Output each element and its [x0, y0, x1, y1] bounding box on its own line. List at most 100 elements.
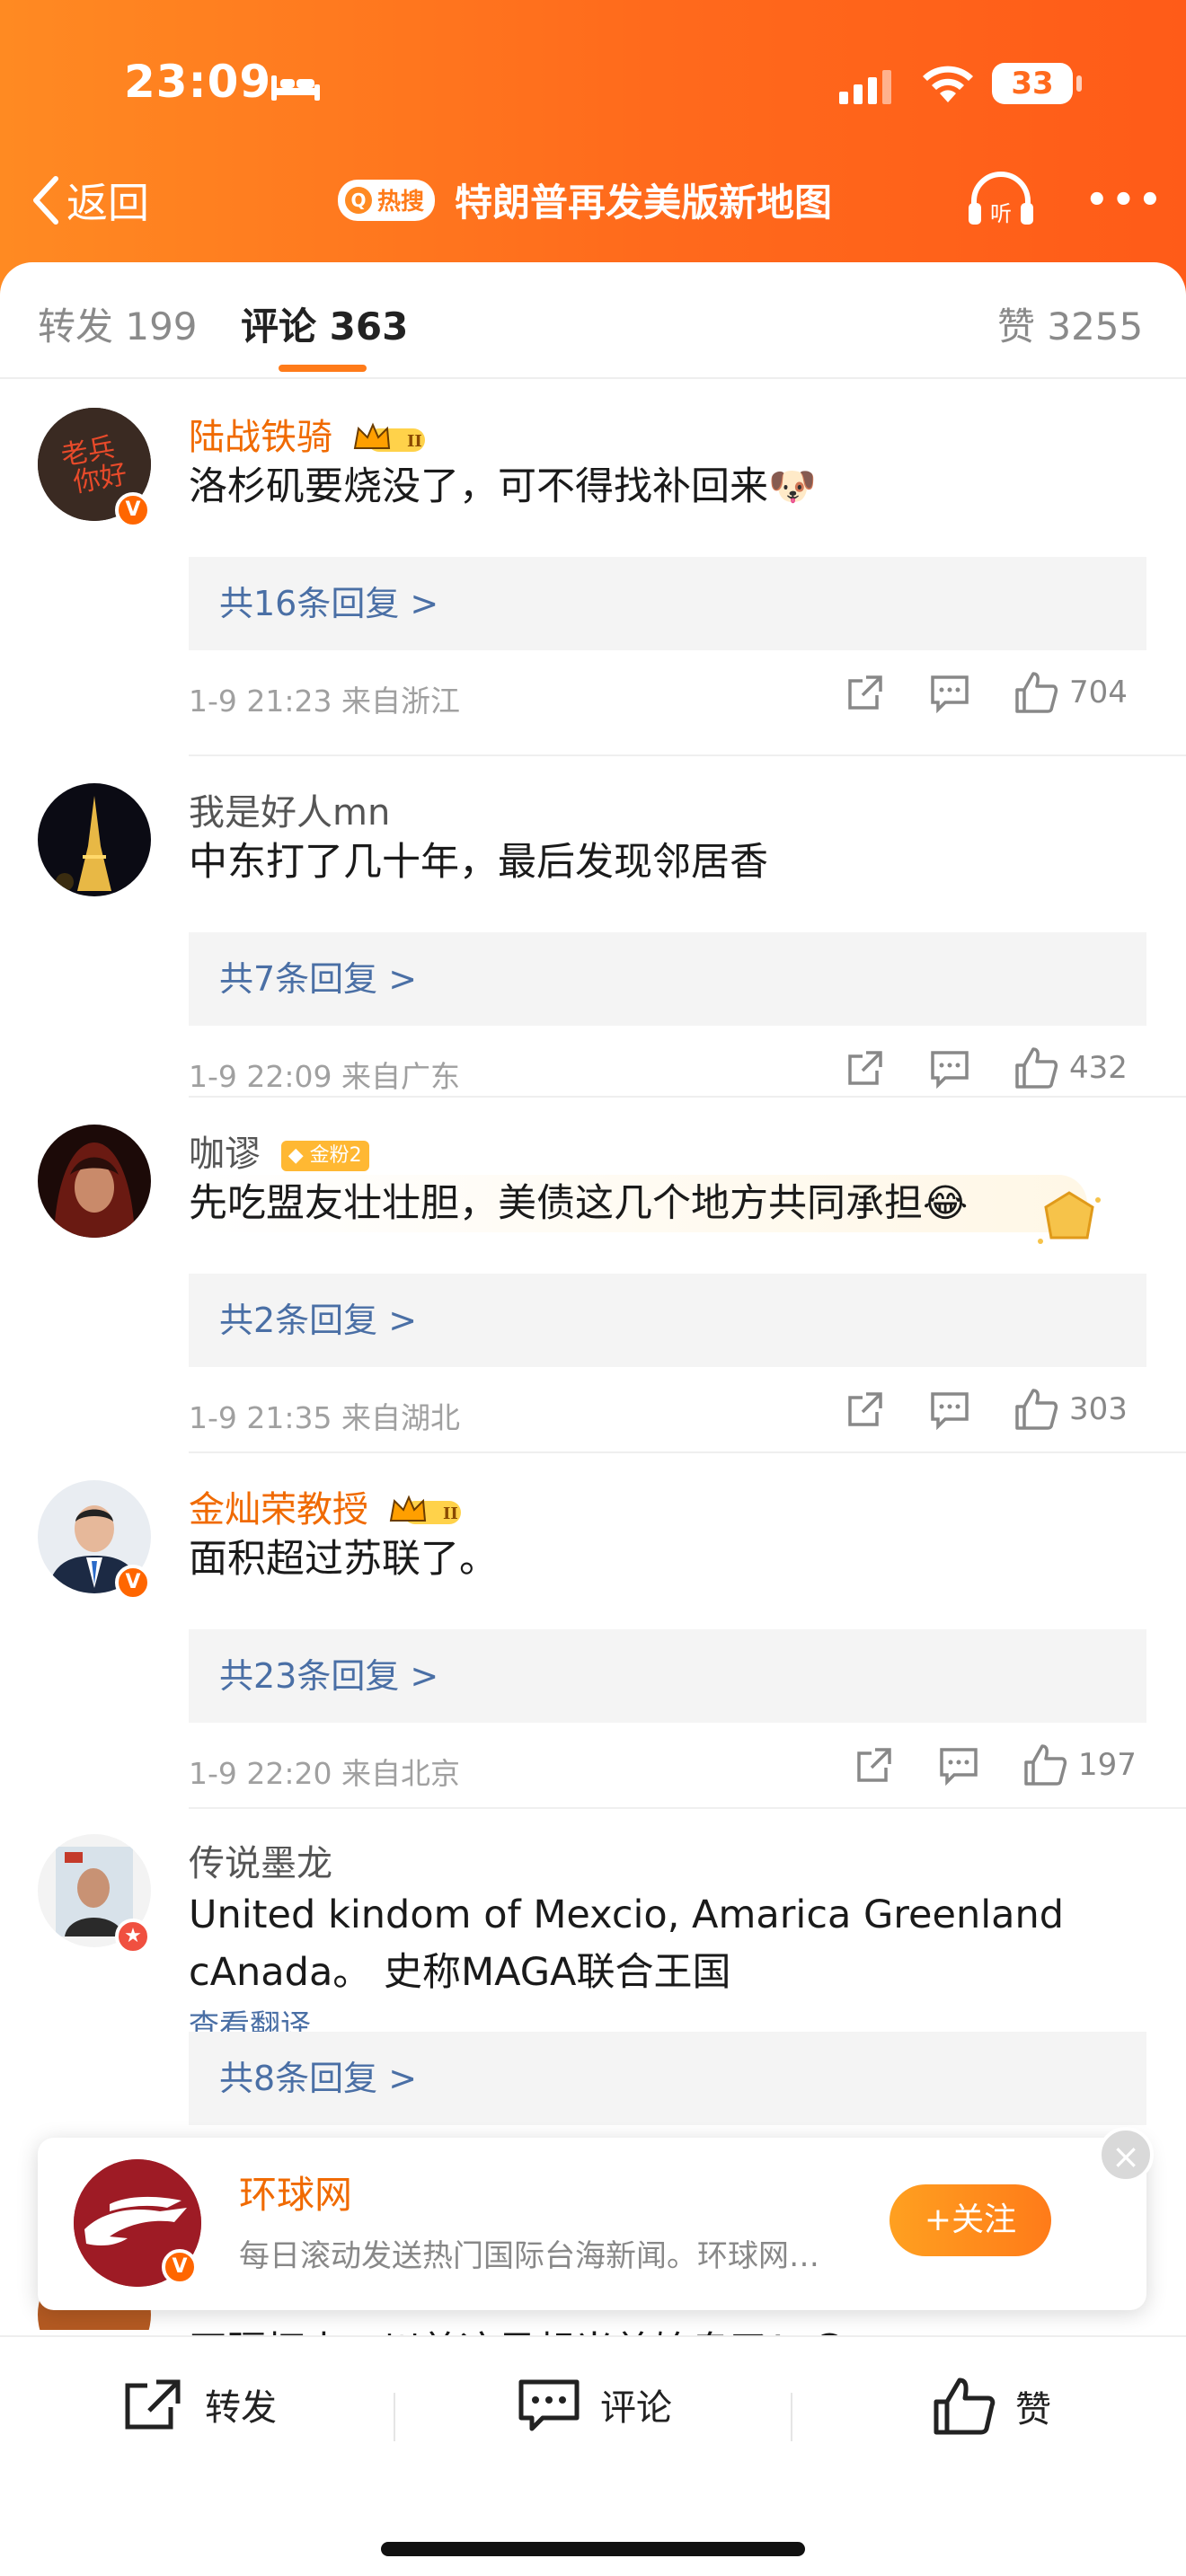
like-count: 704: [1069, 675, 1128, 710]
like-count: 197: [1078, 1747, 1137, 1783]
battery-tip: [1076, 75, 1082, 92]
page-title: 特朗普再发美版新地图: [455, 181, 833, 225]
comment-text: 面积超过苏联了。: [189, 1537, 498, 1582]
vip-crown-icon: II: [353, 422, 425, 452]
comment-icon[interactable]: [929, 1389, 970, 1430]
follow-button[interactable]: +关注: [890, 2184, 1051, 2256]
fan-level-text: 金粉2: [309, 1144, 362, 1167]
gold-gem-icon: [1038, 1191, 1101, 1244]
like-label: 赞: [1015, 2389, 1051, 2430]
comment-text: 先吃盟友壮壮胆，美债这几个地方共同承担😂: [189, 1175, 1087, 1232]
username-text: 咖谬: [189, 1134, 261, 1175]
clock: 23:09: [124, 56, 272, 108]
thumbs-up-icon: [934, 2378, 996, 2435]
view-replies-button[interactable]: 共23条回复 >: [189, 1629, 1146, 1723]
comment-icon[interactable]: [929, 672, 970, 713]
verified-badge: V: [115, 492, 151, 528]
more-options-button[interactable]: •••: [1085, 180, 1165, 221]
comment-actions: 303: [845, 1387, 1128, 1432]
username[interactable]: 我是好人mn: [189, 783, 390, 835]
comment-button[interactable]: 评论: [518, 2377, 672, 2432]
avatar[interactable]: [38, 783, 151, 896]
tab-likes[interactable]: 赞 3255: [997, 296, 1143, 351]
back-button[interactable]: 返回: [31, 171, 149, 230]
like-button[interactable]: 704: [1013, 670, 1128, 715]
comment-icon: [518, 2379, 580, 2431]
avatar-image: [38, 1125, 151, 1238]
comment-text: 中东打了几十年，最后发现邻居香: [189, 840, 768, 885]
share-icon[interactable]: [845, 1389, 886, 1430]
headphones-listen-icon[interactable]: 听: [965, 167, 1037, 230]
comment-meta: 1-9 21:23 来自浙江: [189, 684, 460, 719]
hot-badge-label: 热搜: [377, 189, 425, 216]
repost-button[interactable]: 转发: [122, 2377, 277, 2432]
account-name[interactable]: 环球网: [239, 2165, 352, 2219]
account-description: 每日滚动发送热门国际台海新闻。环球网…: [239, 2238, 819, 2274]
username[interactable]: 咖谬 ◆ 金粉2: [189, 1125, 369, 1177]
share-icon[interactable]: [845, 1047, 886, 1089]
vip-crown-icon: II: [389, 1495, 461, 1524]
comment-icon[interactable]: [938, 1744, 979, 1786]
username-text: 陆战铁骑: [189, 417, 332, 458]
thumbs-up-icon: [1024, 1744, 1067, 1786]
like-button[interactable]: 303: [1013, 1387, 1128, 1432]
tab-repost[interactable]: 转发 199: [38, 296, 198, 351]
verified-badge: V: [115, 1565, 151, 1601]
view-replies-button[interactable]: 共7条回复 >: [189, 932, 1146, 1026]
username-text: 金灿荣教授: [189, 1489, 368, 1531]
like-button[interactable]: 432: [1013, 1045, 1128, 1090]
thumbs-up-icon: [1015, 1047, 1058, 1089]
hot-search-badge: Q 热搜: [338, 179, 436, 221]
comment-actions: 704: [845, 670, 1128, 715]
tab-comments[interactable]: 评论 363: [241, 296, 408, 351]
comment-text: 洛杉矶要烧没了，可不得找补回来🐶: [189, 464, 817, 509]
comment-meta: 1-9 22:20 来自北京: [189, 1756, 460, 1791]
status-bar: 23:09 33: [0, 54, 1186, 126]
chevron-left-icon: [33, 176, 58, 225]
view-replies-button[interactable]: 共2条回复 >: [189, 1274, 1146, 1367]
home-indicator: [381, 2542, 805, 2556]
repost-label: 转发: [205, 2387, 277, 2429]
svg-text:听: 听: [990, 201, 1012, 226]
back-label: 返回: [66, 179, 149, 227]
view-replies-button[interactable]: 共16条回复 >: [189, 557, 1146, 650]
close-icon[interactable]: ×: [1098, 2127, 1154, 2183]
sleep-icon: [271, 75, 320, 101]
username[interactable]: 陆战铁骑 II: [189, 408, 429, 460]
svg-text:II: II: [443, 1504, 458, 1523]
avatar[interactable]: [38, 1125, 151, 1238]
thumbs-up-icon: [1015, 672, 1058, 713]
cellular-signal-icon: [839, 70, 891, 104]
verified-badge: V: [162, 2249, 198, 2285]
username[interactable]: 传说墨龙: [189, 1834, 332, 1886]
header: 23:09 33 返回 Q 热搜 特朗普再发美版新地图 听 •••: [0, 0, 1186, 305]
wifi-icon: [923, 66, 973, 102]
like-button[interactable]: 197: [1022, 1742, 1137, 1787]
divider: [189, 1096, 1186, 1098]
share-icon[interactable]: [845, 672, 886, 713]
username[interactable]: 金灿荣教授 II: [189, 1480, 465, 1532]
star-badge: ★: [115, 1919, 151, 1954]
comment-meta: 1-9 22:09 来自广东: [189, 1059, 460, 1094]
like-count: 432: [1069, 1050, 1128, 1086]
fan-level-badge: ◆ 金粉2: [280, 1141, 369, 1171]
comment-meta: 1-9 21:35 来自湖北: [189, 1400, 460, 1435]
battery-indicator: 33: [992, 63, 1073, 104]
navbar: 返回 Q 热搜 特朗普再发美版新地图 听 •••: [0, 162, 1186, 243]
separator: [394, 2393, 395, 2441]
topic-title[interactable]: Q 热搜 特朗普再发美版新地图: [338, 172, 832, 227]
like-count: 303: [1069, 1391, 1128, 1427]
share-icon[interactable]: [854, 1744, 895, 1786]
view-replies-button[interactable]: 共8条回复 >: [189, 2032, 1146, 2125]
divider: [189, 1807, 1186, 1809]
repost-icon: [125, 2379, 181, 2430]
comment-label: 评论: [600, 2387, 672, 2429]
avatar-image: [38, 783, 151, 896]
divider: [189, 754, 1186, 756]
thumbs-up-icon: [1015, 1389, 1058, 1430]
tab-bar: 转发 199 评论 363 赞 3255: [0, 262, 1186, 379]
comment-icon[interactable]: [929, 1047, 970, 1089]
bottom-action-bar: 转发 评论 赞: [0, 2335, 1186, 2576]
divider: [189, 1451, 1186, 1453]
like-button[interactable]: 赞: [933, 2377, 1051, 2436]
